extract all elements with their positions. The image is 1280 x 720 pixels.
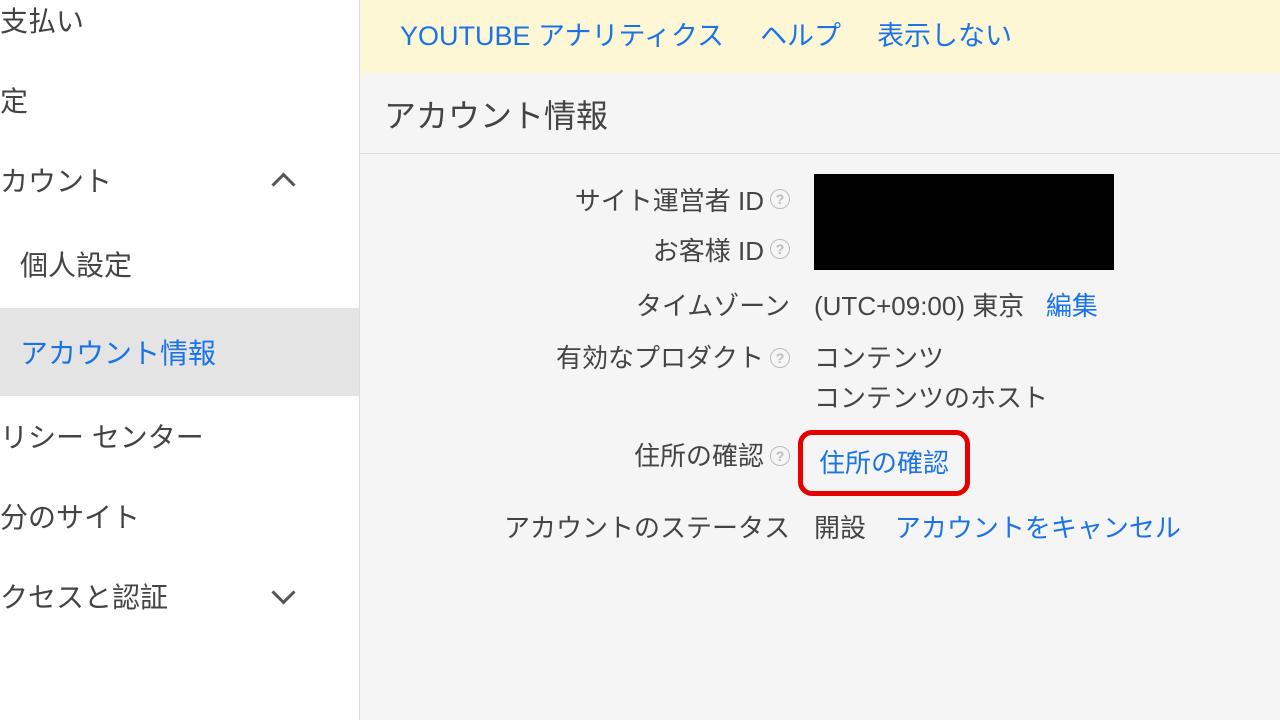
sidebar-item-account[interactable]: カウント [0, 140, 359, 220]
chevron-up-icon [275, 168, 299, 192]
main-content: YOUTUBE アナリティクス ヘルプ 表示しない アカウント情報 サイト運営者… [360, 0, 1280, 720]
sidebar-item-label: 分のサイト [0, 496, 140, 536]
timezone-value: (UTC+09:00) 東京 [814, 291, 1024, 321]
address-verify-label: 住所の確認 [634, 436, 764, 476]
products-label: 有効なプロダクト [556, 338, 764, 378]
timezone-label: タイムゾーン [636, 286, 790, 326]
redacted-block [814, 174, 1114, 270]
sidebar-item-payments[interactable]: 支払い [0, 0, 359, 60]
banner-link-help[interactable]: ヘルプ [760, 14, 841, 53]
banner-link-analytics[interactable]: YOUTUBE アナリティクス [400, 14, 724, 53]
address-verify-field: 住所の確認 ? 住所の確認 [384, 436, 1256, 496]
help-icon[interactable]: ? [770, 348, 790, 368]
sidebar-item-access[interactable]: クセスと認証 [0, 556, 359, 636]
address-verify-link[interactable]: 住所の確認 [798, 430, 970, 496]
notification-banner: YOUTUBE アナリティクス ヘルプ 表示しない [360, 0, 1280, 73]
sidebar-item-label: 定 [0, 80, 28, 120]
cancel-account-link[interactable]: アカウントをキャンセル [895, 513, 1181, 543]
page-title: アカウント情報 [360, 73, 1280, 154]
sidebar-sub-personal[interactable]: 個人設定 [0, 220, 359, 308]
banner-link-dismiss[interactable]: 表示しない [877, 14, 1012, 53]
sidebar-item-label: リシー センター [0, 416, 204, 456]
publisher-id-label: サイト運営者 ID ? [384, 174, 790, 224]
sidebar-sub-label: アカウント情報 [20, 338, 216, 369]
account-info-content: サイト運営者 ID ? お客様 ID ? タイムゾーン (UTC+09:00) … [360, 154, 1280, 580]
sidebar-item-label: カウント [0, 160, 112, 200]
timezone-edit-link[interactable]: 編集 [1046, 291, 1098, 321]
status-label: アカウントのステータス [504, 508, 790, 548]
chevron-down-icon [275, 584, 299, 608]
status-value: 開設 [814, 513, 866, 543]
product-value-2: コンテンツのホスト [814, 378, 1256, 418]
sidebar-item-settings[interactable]: 定 [0, 60, 359, 140]
help-icon[interactable]: ? [770, 189, 790, 209]
products-field: 有効なプロダクト ? コンテンツ コンテンツのホスト [384, 338, 1256, 418]
id-fields-block: サイト運営者 ID ? お客様 ID ? [384, 174, 1256, 286]
sidebar-item-label: 支払い [0, 0, 84, 40]
sidebar-item-label: クセスと認証 [0, 576, 168, 616]
sidebar-item-sites[interactable]: 分のサイト [0, 476, 359, 556]
product-value-1: コンテンツ [814, 338, 1256, 378]
timezone-field: タイムゾーン (UTC+09:00) 東京 編集 [384, 286, 1256, 326]
account-status-field: アカウントのステータス 開設 アカウントをキャンセル [384, 508, 1256, 548]
sidebar-sub-account-info[interactable]: アカウント情報 [0, 308, 359, 396]
sidebar-item-policy[interactable]: リシー センター [0, 396, 359, 476]
help-icon[interactable]: ? [770, 446, 790, 466]
sidebar: 支払い 定 カウント 個人設定 アカウント情報 リシー センター 分のサイト ク… [0, 0, 360, 720]
customer-id-label: お客様 ID ? [384, 224, 790, 274]
help-icon[interactable]: ? [770, 239, 790, 259]
sidebar-sub-label: 個人設定 [20, 250, 132, 281]
